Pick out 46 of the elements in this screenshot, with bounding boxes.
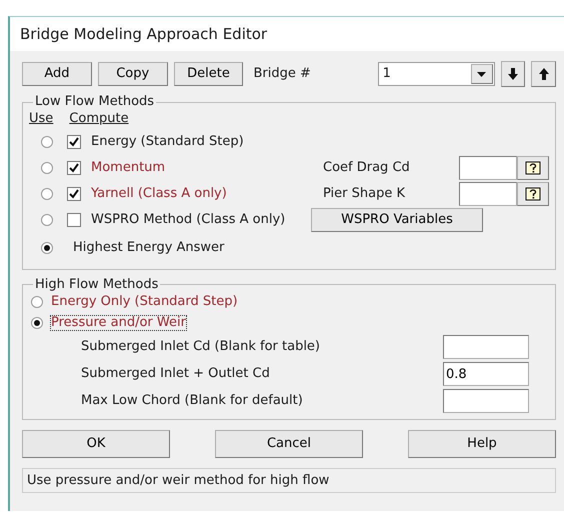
field-label: Submerged Inlet + Outlet Cd xyxy=(81,365,271,384)
caret-icon[interactable] xyxy=(470,64,493,84)
help-icon[interactable] xyxy=(517,182,549,206)
checkbox[interactable] xyxy=(67,187,81,201)
radio-button[interactable] xyxy=(31,296,43,308)
checkbox[interactable] xyxy=(67,213,81,227)
group-title: Low Flow Methods xyxy=(34,95,156,109)
field-label: Max Low Chord (Blank for default) xyxy=(81,392,304,410)
method-label: Highest Energy Answer xyxy=(73,239,224,258)
group-title: High Flow Methods xyxy=(34,278,160,292)
toolbar-button[interactable]: Add xyxy=(22,62,92,86)
method-label: Yarnell (Class A only) xyxy=(91,185,228,204)
field-label: Submerged Inlet Cd (Blank for table) xyxy=(81,338,322,356)
dialog-button[interactable]: Help xyxy=(408,430,556,458)
wspro-variables-button[interactable]: WSPRO Variables xyxy=(311,208,483,232)
window-title: Bridge Modeling Approach Editor xyxy=(10,17,564,51)
dialog-button[interactable]: Cancel xyxy=(215,430,363,458)
dialog-button[interactable]: OK xyxy=(22,430,170,458)
radio-button[interactable] xyxy=(41,162,53,174)
input-field[interactable]: 0.8 xyxy=(443,362,529,386)
radio-button[interactable] xyxy=(41,242,53,254)
radio-button[interactable] xyxy=(41,188,53,200)
input-field[interactable] xyxy=(459,182,517,206)
option-label: Energy Only (Standard Step) xyxy=(51,295,238,309)
field-label: Pier Shape K xyxy=(323,185,406,204)
radio-button[interactable] xyxy=(41,214,53,226)
input-field[interactable] xyxy=(443,389,529,413)
field-label: Coef Drag Cd xyxy=(323,159,411,178)
checkbox[interactable] xyxy=(67,161,81,175)
method-label: Energy (Standard Step) xyxy=(91,133,245,152)
column-header: Compute xyxy=(69,110,129,128)
bridge-label: Bridge # xyxy=(253,65,312,84)
status-bar: Use pressure and/or weir method for high flow xyxy=(22,468,556,493)
column-header: Use xyxy=(29,110,54,128)
help-icon[interactable] xyxy=(517,156,549,180)
toolbar-button[interactable]: Delete xyxy=(174,62,244,86)
checkbox[interactable] xyxy=(67,135,81,149)
method-label: Momentum xyxy=(91,159,166,178)
method-label: WSPRO Method (Class A only) xyxy=(91,211,286,230)
option-label: Pressure and/or Weir xyxy=(51,316,186,330)
radio-button[interactable] xyxy=(31,317,43,329)
radio-button[interactable] xyxy=(41,136,53,148)
bridge-select[interactable]: 1 xyxy=(378,62,495,86)
toolbar-button[interactable]: Copy xyxy=(98,62,168,86)
input-field[interactable] xyxy=(459,156,517,180)
input-field[interactable] xyxy=(443,335,529,359)
